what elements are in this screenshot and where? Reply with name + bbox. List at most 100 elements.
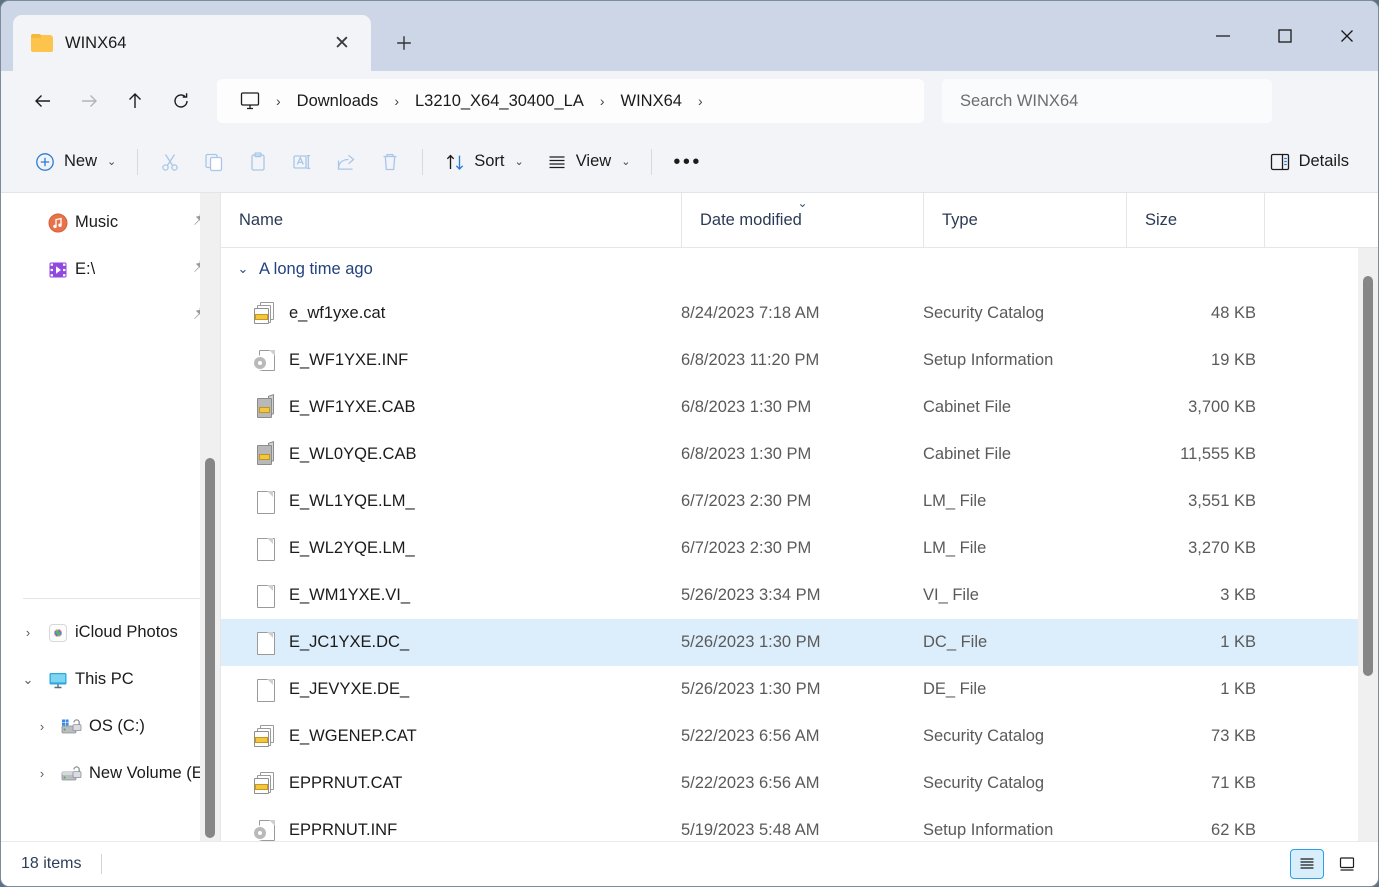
status-divider [101,854,103,874]
file-size-cell: 11,555 KB [1180,445,1256,463]
breadcrumb[interactable]: › Downloads › L3210_X64_30400_LA › WINX6… [217,79,924,123]
sidebar-item-empty[interactable] [1,293,220,340]
refresh-button[interactable] [161,81,201,121]
search-input[interactable] [960,91,1254,111]
file-name-cell[interactable]: E_WF1YXE.CAB [221,393,681,420]
view-toggle-group [1290,849,1364,879]
close-button[interactable] [1316,1,1378,71]
window-controls [1192,1,1378,71]
table-row[interactable]: E_WL2YQE.LM_ 6/7/2023 2:30 PM LM_ File 3,27… [221,525,1378,572]
sidebar-item-label: This PC [75,670,134,688]
table-row[interactable]: E_WF1YXE.CAB 6/8/2023 1:30 PM Cabinet File… [221,384,1378,431]
table-row[interactable]: E_JC1YXE.DC_ 5/26/2023 1:30 PM DC_ File 1 K… [221,619,1378,666]
large-icons-view-button[interactable] [1330,849,1364,879]
sidebar-item-music[interactable]: Music [1,199,220,246]
file-name-cell[interactable]: E_WL2YQE.LM_ [221,537,681,561]
sidebar-item-this-pc[interactable]: ⌄ This PC [1,656,220,703]
table-row[interactable]: E_WL1YQE.LM_ 6/7/2023 2:30 PM LM_ File 3,55… [221,478,1378,525]
details-pane-icon [1269,152,1291,172]
table-row[interactable]: EPPRNUT.INF 5/19/2023 5:48 AM Setup Inform… [221,807,1378,841]
back-button[interactable] [23,81,63,121]
file-icon-generic [254,537,276,561]
file-name-cell[interactable]: E_JEVYXE.DE_ [221,678,681,702]
column-header-size[interactable]: Size [1126,193,1264,247]
share-button[interactable] [324,141,368,183]
details-pane-button[interactable]: Details [1258,141,1360,183]
sidebar-scrollbar[interactable] [200,193,220,841]
table-row[interactable]: E_WF1YXE.INF 6/8/2023 11:20 PM Setup Infor… [221,337,1378,384]
file-name-cell[interactable]: E_WM1YXE.VI_ [221,584,681,608]
file-name-label: E_WL0YQE.CAB [289,445,417,463]
table-row[interactable]: E_WM1YXE.VI_ 5/26/2023 3:34 PM VI_ File 3 K… [221,572,1378,619]
forward-button[interactable] [69,81,109,121]
chevron-right-icon[interactable]: › [29,766,55,781]
file-name-cell[interactable]: E_WF1YXE.INF [221,349,681,373]
file-name-cell[interactable]: EPPRNUT.CAT [221,771,681,796]
column-header-type[interactable]: Type [923,193,1126,247]
up-button[interactable] [115,81,155,121]
file-name-cell[interactable]: E_WL1YQE.LM_ [221,490,681,514]
cut-button[interactable] [148,141,192,183]
file-name-cell[interactable]: E_WL0YQE.CAB [221,440,681,467]
file-name-label: E_WM1YXE.VI_ [289,586,411,604]
file-type-cell: Cabinet File [923,398,1012,416]
sort-indicator-icon: ⌄ [797,196,808,210]
chevron-right-icon[interactable]: › [29,719,55,734]
new-tab-icon[interactable] [389,28,419,58]
close-tab-icon[interactable]: ✕ [327,28,357,58]
file-date-cell: 8/24/2023 7:18 AM [681,304,820,322]
file-list-scrollbar[interactable] [1358,248,1378,841]
rename-button[interactable] [280,141,324,183]
search-box[interactable] [942,79,1272,123]
this-pc-icon[interactable] [231,91,269,111]
breadcrumb-separator: › [394,93,399,109]
toolbar-divider [422,148,424,175]
file-size-cell: 3,700 KB [1188,398,1256,416]
file-list-scrollbar-thumb[interactable] [1363,276,1373,676]
group-header-label: A long time ago [259,259,373,278]
view-button[interactable]: View ⌄ [535,141,642,183]
maximize-button[interactable] [1254,1,1316,71]
file-type-cell: DC_ File [923,633,988,651]
file-icon-security-catalog [254,724,276,749]
table-row[interactable]: EPPRNUT.CAT 5/22/2023 6:56 AM Security Cat… [221,760,1378,807]
new-button[interactable]: New ⌄ [23,141,127,183]
sidebar-item-new-volume[interactable]: › New Volume (E [1,750,220,797]
breadcrumb-separator: › [697,93,703,109]
table-row[interactable]: E_WL0YQE.CAB 6/8/2023 1:30 PM Cabinet File… [221,431,1378,478]
address-bar: › Downloads › L3210_X64_30400_LA › WINX6… [1,71,1378,131]
copy-button[interactable] [192,141,236,183]
table-row[interactable]: E_WGENEP.CAT 5/22/2023 6:56 AM Security Ca… [221,713,1378,760]
group-header-a-long-time-ago[interactable]: ⌄ A long time ago [221,248,1378,290]
file-type-cell: Setup Information [923,821,1054,839]
sidebar-item-os-c[interactable]: › OS (C:) [1,703,220,750]
tab-winx64[interactable]: WINX64 ✕ [13,15,371,71]
paste-button[interactable] [236,141,280,183]
sort-button[interactable]: Sort ⌄ [433,141,534,183]
details-view-button[interactable] [1290,849,1324,879]
file-size-cell: 3,270 KB [1188,539,1256,557]
sidebar-item-e-drive[interactable]: E:\ [1,246,220,293]
breadcrumb-l3210[interactable]: L3210_X64_30400_LA [406,87,593,116]
file-name-cell[interactable]: E_JC1YXE.DC_ [221,631,681,655]
chevron-down-icon[interactable]: ⌄ [235,261,251,277]
column-header-name[interactable]: Name [221,193,681,247]
file-name-cell[interactable]: e_wf1yxe.cat [221,301,681,326]
delete-button[interactable] [368,141,412,183]
sidebar-item-label: New Volume (E [89,764,203,782]
chevron-right-icon[interactable]: › [15,625,41,640]
table-row[interactable]: E_JEVYXE.DE_ 5/26/2023 1:30 PM DE_ File 1 K… [221,666,1378,713]
see-more-button[interactable]: ••• [662,141,713,183]
breadcrumb-downloads[interactable]: Downloads [288,87,388,116]
sidebar-scrollbar-thumb[interactable] [205,458,215,838]
file-name-cell[interactable]: E_WGENEP.CAT [221,724,681,749]
sidebar-divider [23,598,200,599]
sidebar-item-icloud-photos[interactable]: › iCloud Photos [1,609,220,656]
table-row[interactable]: e_wf1yxe.cat 8/24/2023 7:18 AM Security Ca… [221,290,1378,337]
minimize-button[interactable] [1192,1,1254,71]
column-header-date-modified[interactable]: ⌄ Date modified [681,193,923,247]
chevron-down-icon[interactable]: ⌄ [15,672,41,688]
file-size-cell: 48 KB [1211,304,1256,322]
breadcrumb-winx64[interactable]: WINX64 [612,87,691,116]
file-name-cell[interactable]: EPPRNUT.INF [221,819,681,842]
